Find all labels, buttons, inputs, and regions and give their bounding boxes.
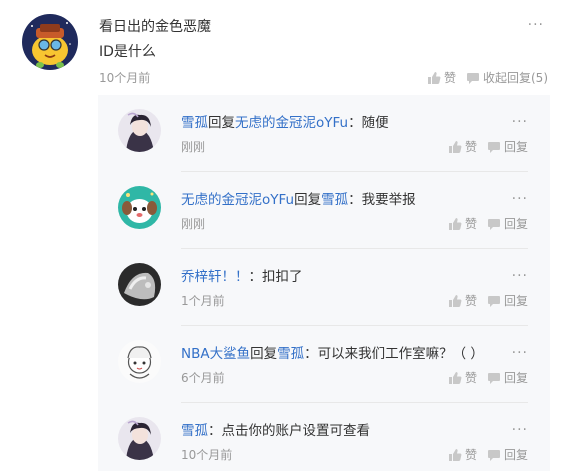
thumbs-up-icon [448, 217, 462, 230]
reply-item: 雪孤：点击你的账户设置可查看 10个月前 ··· 赞 回复 [98, 403, 550, 471]
reply-label: 回复 [503, 448, 528, 462]
reply-actions: 赞 回复 [448, 292, 528, 309]
like-label: 赞 [464, 217, 477, 231]
reply-actions: 赞 回复 [448, 446, 528, 463]
reply-actions: 赞 回复 [448, 138, 528, 155]
collapse-replies-label: 收起回复(5) [483, 71, 548, 85]
reply-user-link[interactable]: 乔梓轩！！ [181, 269, 249, 285]
reply-text: ：扣扣了 [248, 269, 303, 285]
reply-user-link[interactable]: 雪孤 [181, 423, 208, 439]
reply-user-link[interactable]: 雪孤 [181, 115, 208, 131]
reply-time: 10个月前 [181, 448, 233, 462]
reply-item: 雪孤回复无虑的金冠泥oYFu：随便 刚刚 ··· 赞 回复 [98, 95, 550, 172]
reply-time: 1个月前 [181, 294, 225, 308]
reply-target-link[interactable]: 雪孤 [277, 346, 304, 362]
more-options-icon[interactable]: ··· [512, 346, 528, 360]
reply-actions: 赞 回复 [448, 369, 528, 386]
reply-label: 回复 [503, 294, 528, 308]
reply-text: ：点击你的账户设置可查看 [208, 423, 370, 439]
reply-user-link[interactable]: 无虑的金冠泥oYFu [181, 192, 294, 208]
chat-bubble-icon [487, 218, 500, 230]
like-button[interactable]: 赞 [427, 69, 456, 86]
more-options-icon[interactable]: ··· [512, 423, 528, 437]
reply-button[interactable]: 回复 [487, 446, 528, 463]
reply-item: 乔梓轩！！：扣扣了 1个月前 ··· 赞 回复 [98, 249, 550, 326]
replies-panel: 雪孤回复无虑的金冠泥oYFu：随便 刚刚 ··· 赞 回复 无虑的金冠泥oYFu… [98, 95, 550, 471]
comment-text: ID是什么 [99, 44, 156, 60]
like-button[interactable]: 赞 [448, 138, 477, 155]
reply-target-link[interactable]: 雪孤 [321, 192, 348, 208]
reply-time: 刚刚 [181, 140, 206, 154]
reply-actions: 赞 回复 [448, 215, 528, 232]
reply-button[interactable]: 回复 [487, 215, 528, 232]
thumbs-up-icon [448, 371, 462, 384]
like-button[interactable]: 赞 [448, 369, 477, 386]
reply-avatar[interactable] [118, 340, 161, 383]
thumbs-up-icon [448, 294, 462, 307]
reply-word: 回复 [250, 346, 278, 362]
chat-bubble-icon [487, 295, 500, 307]
like-label: 赞 [464, 448, 477, 462]
like-button[interactable]: 赞 [448, 446, 477, 463]
reply-content: NBA大鲨鱼回复雪孤：可以来我们工作室嘛？（ ） [181, 342, 484, 362]
like-label: 赞 [464, 140, 477, 154]
reply-avatar[interactable] [118, 186, 161, 229]
chat-bubble-icon [487, 141, 500, 153]
reply-button[interactable]: 回复 [487, 138, 528, 155]
comment-thread: 看日出的金色恶魔 ID是什么 10个月前 ··· 赞 收起回复(5) 雪孤回复无… [0, 0, 570, 471]
thumbs-up-icon [427, 71, 441, 84]
reply-text: ：我要举报 [348, 192, 416, 208]
reply-item: 无虑的金冠泥oYFu回复雪孤：我要举报 刚刚 ··· 赞 回复 [98, 172, 550, 249]
reply-item: NBA大鲨鱼回复雪孤：可以来我们工作室嘛？（ ） 6个月前 ··· 赞 回复 [98, 326, 550, 403]
reply-content: 雪孤：点击你的账户设置可查看 [181, 419, 370, 439]
reply-user-link[interactable]: NBA大鲨鱼 [181, 346, 250, 362]
comment-time: 10个月前 [99, 71, 151, 85]
reply-time: 6个月前 [181, 371, 225, 385]
reply-word: 回复 [294, 192, 322, 208]
like-label: 赞 [464, 294, 477, 308]
reply-content: 雪孤回复无虑的金冠泥oYFu：随便 [181, 111, 389, 131]
comment-author-name[interactable]: 看日出的金色恶魔 [99, 16, 211, 36]
more-options-icon[interactable]: ··· [528, 18, 544, 32]
like-label: 赞 [464, 371, 477, 385]
collapse-replies-button[interactable]: 收起回复(5) [466, 69, 548, 86]
more-options-icon[interactable]: ··· [512, 115, 528, 129]
reply-avatar[interactable] [118, 109, 161, 152]
reply-button[interactable]: 回复 [487, 369, 528, 386]
reply-text: ：可以来我们工作室嘛？（ ） [304, 346, 484, 362]
like-button[interactable]: 赞 [448, 292, 477, 309]
reply-text: ：随便 [348, 115, 389, 131]
comment-author-avatar[interactable] [22, 14, 78, 70]
reply-content: 乔梓轩！！：扣扣了 [181, 265, 303, 285]
more-options-icon[interactable]: ··· [512, 269, 528, 283]
reply-button[interactable]: 回复 [487, 292, 528, 309]
reply-avatar[interactable] [118, 417, 161, 460]
thumbs-up-icon [448, 448, 462, 461]
reply-avatar[interactable] [118, 263, 161, 306]
like-button[interactable]: 赞 [448, 215, 477, 232]
reply-target-link[interactable]: 无虑的金冠泥oYFu [235, 115, 348, 131]
reply-time: 刚刚 [181, 217, 206, 231]
reply-label: 回复 [503, 140, 528, 154]
reply-label: 回复 [503, 217, 528, 231]
reply-content: 无虑的金冠泥oYFu回复雪孤：我要举报 [181, 188, 416, 208]
reply-label: 回复 [503, 371, 528, 385]
reply-word: 回复 [208, 115, 235, 131]
chat-bubble-icon [487, 449, 500, 461]
thumbs-up-icon [448, 140, 462, 153]
chat-bubble-icon [487, 372, 500, 384]
chat-bubble-icon [467, 72, 479, 84]
comment-actions: 赞 收起回复(5) [427, 69, 548, 86]
like-label: 赞 [443, 71, 456, 85]
more-options-icon[interactable]: ··· [512, 192, 528, 206]
